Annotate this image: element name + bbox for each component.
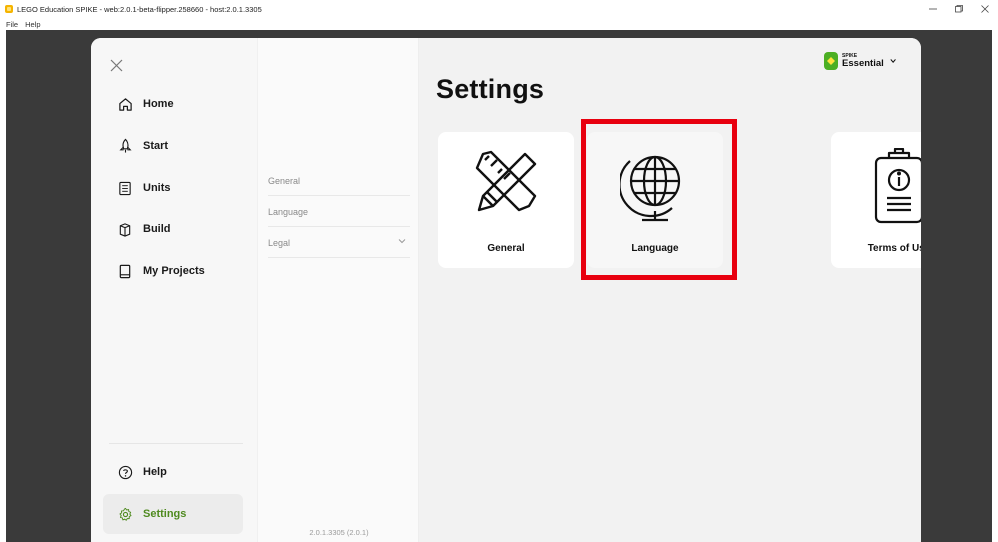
minimize-button[interactable] [920,0,946,18]
ruler-pencil-icon [438,148,574,224]
gear-icon [117,506,133,522]
home-icon [117,96,133,112]
highlight-box [581,119,737,280]
restore-icon [955,5,963,13]
book-icon [117,263,133,279]
nav-label-settings: Settings [143,508,187,520]
nav-label-units: Units [143,182,171,194]
nav-item-help[interactable]: Help [103,452,243,492]
close-window-button[interactable] [972,0,998,18]
hub-name: SPIKE Essential [842,53,884,69]
minimize-icon [929,8,937,10]
settings-modal: Home Start Units Build My Projects Help … [91,38,921,542]
subnav-legal[interactable]: Legal [268,228,410,258]
chevron-down-icon [890,59,896,64]
settings-subnav: General Language Legal 2.0.1.3305 (2.0.1… [257,38,419,542]
close-window-icon [981,5,989,13]
subnav-label-legal: Legal [268,237,291,248]
window-titlebar: LEGO Education SPIKE - web:2.0.1-beta-fl… [0,0,998,18]
subnav-label-language: Language [268,206,309,217]
subnav-label-general: General [268,175,301,186]
nav-item-build[interactable]: Build [103,209,243,249]
hub-product: Essential [842,57,884,69]
help-icon [117,464,133,480]
nav-label-build: Build [143,223,171,235]
page-title: Settings [436,74,545,104]
card-label-terms-of-use: Terms of Use [867,243,921,254]
nav-label-my-projects: My Projects [143,265,205,277]
nav-item-settings[interactable]: Settings [103,494,243,534]
nav-label-home: Home [143,98,174,110]
app-icon [5,5,13,13]
nav-item-units[interactable]: Units [103,168,243,208]
chevron-down-icon [398,239,406,244]
units-icon [117,180,133,196]
hub-selector[interactable]: SPIKE Essential [824,48,896,74]
nav-item-home[interactable]: Home [103,84,243,124]
nav-item-my-projects[interactable]: My Projects [103,251,243,291]
restore-button[interactable] [946,0,972,18]
nav-label-help: Help [143,466,167,478]
card-label-general: General [487,243,525,254]
menu-bar: File Help [0,18,998,30]
version-label: 2.0.1.3305 (2.0.1) [309,528,369,537]
nav-label-start: Start [143,140,169,152]
rocket-icon [117,138,133,154]
menu-file[interactable]: File [6,20,18,29]
nav-item-start[interactable]: Start [103,126,243,166]
close-modal-button[interactable] [105,54,127,76]
build-brick-icon [117,221,133,237]
window-controls [920,0,998,18]
settings-content: Settings SPIKE Essential General Languag… [419,38,921,542]
window-title: LEGO Education SPIKE - web:2.0.1-beta-fl… [17,4,262,14]
close-icon [110,59,122,71]
subnav-general[interactable]: General [268,166,410,196]
subnav-language[interactable]: Language [268,197,410,227]
hub-logo-icon [824,52,839,70]
left-navigation: Home Start Units Build My Projects Help … [91,38,257,542]
card-terms-of-use[interactable]: Terms of Use [831,132,921,268]
card-general[interactable]: General [438,132,574,268]
menu-help[interactable]: Help [25,20,40,29]
nav-divider [109,443,243,444]
clipboard-info-icon [831,148,921,224]
